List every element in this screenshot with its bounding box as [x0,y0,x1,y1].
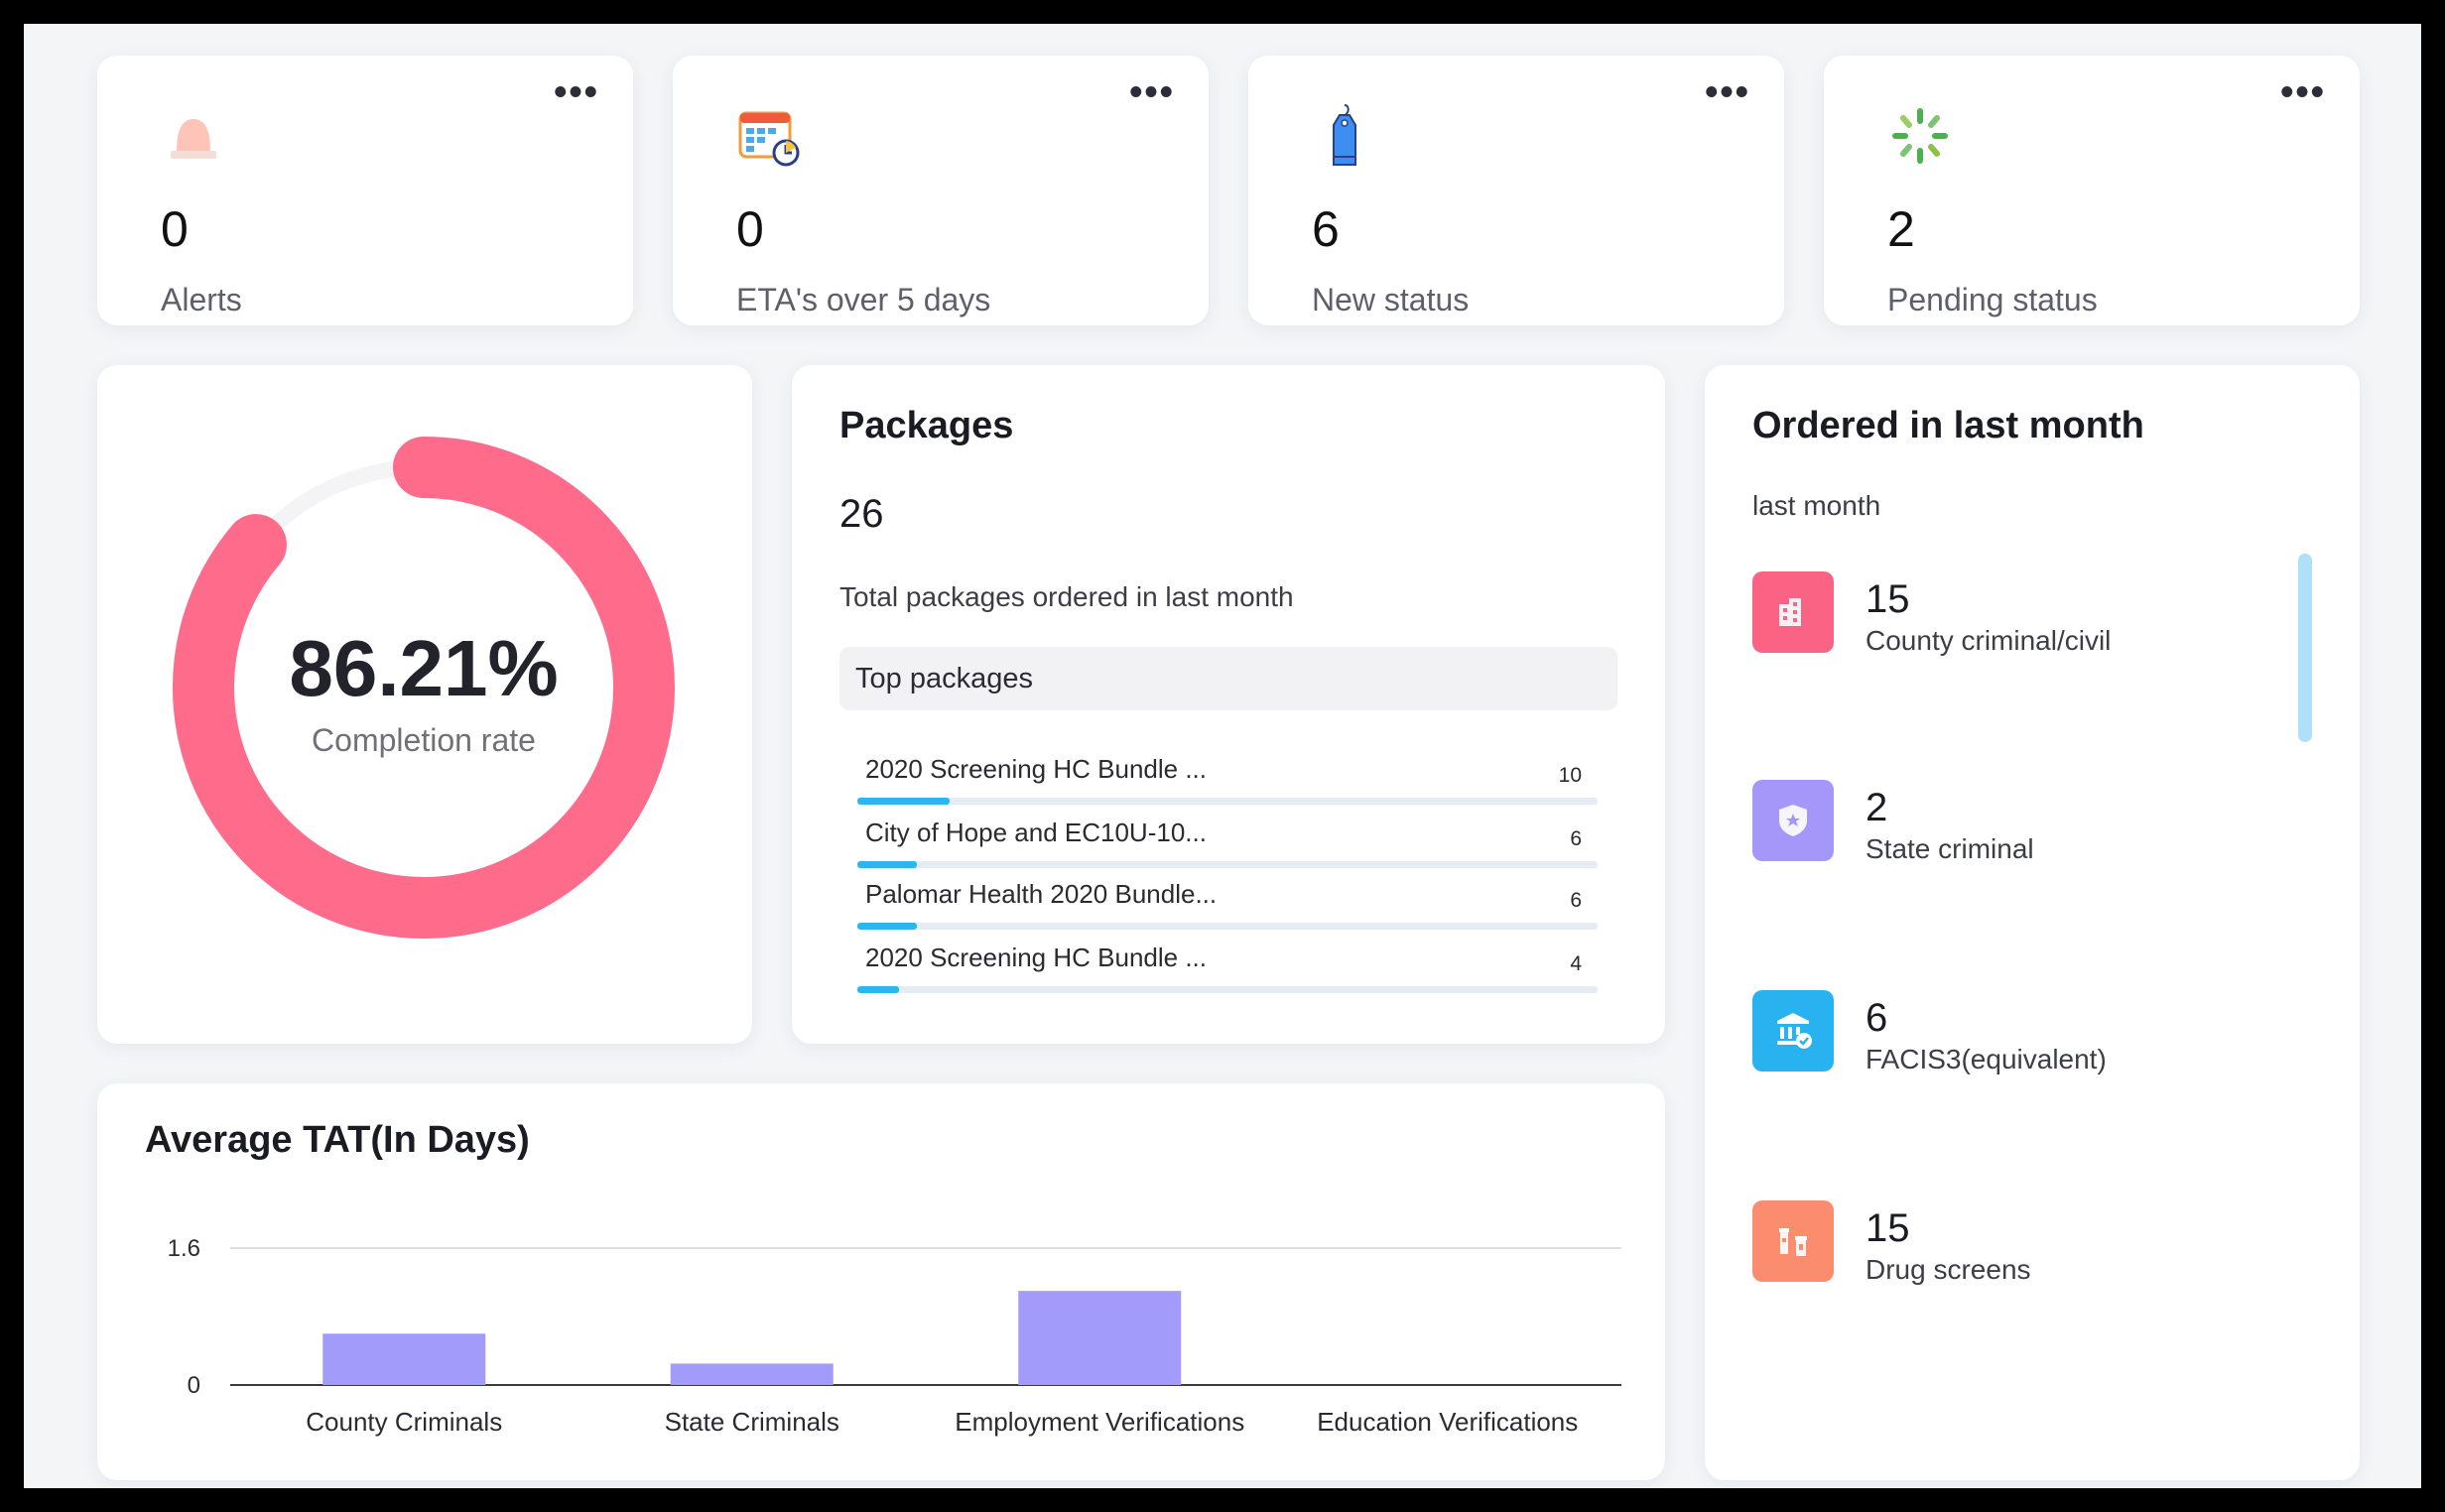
new-status-label: New status [1312,282,1470,317]
package-row[interactable]: 2020 Screening HC Bundle ... 4 [857,943,1598,1006]
package-count: 10 [1558,764,1582,787]
completion-percent: 86.21% [289,624,559,712]
package-bar-fill [857,923,917,930]
packages-subtitle: Total packages ordered in last month [839,581,1294,612]
ordered-label: Drug screens [1866,1254,2031,1285]
bank-check-icon [1752,990,1834,1071]
vials-icon [1752,1200,1834,1282]
package-name: 2020 Screening HC Bundle ... [865,754,1207,784]
ordered-value: 6 [1866,996,1888,1040]
package-name: 2020 Screening HC Bundle ... [865,943,1207,972]
completion-label: Completion rate [312,722,536,758]
ordered-item[interactable]: 15 Drug screens [1752,1200,2288,1290]
ordered-label: County criminal/civil [1866,625,2112,656]
ordered-scrollbar[interactable] [2298,554,2312,1347]
chart-bar [670,1363,834,1385]
package-count: 6 [1570,889,1582,912]
package-bar-fill [857,861,917,868]
eta-label: ETA's over 5 days [736,282,991,317]
tag-icon [1312,103,1377,169]
package-row[interactable]: 2020 Screening HC Bundle ... 10 [857,754,1598,818]
building-icon [1752,571,1834,653]
ordered-label: FACIS3(equivalent) [1866,1044,2107,1074]
packages-total: 26 [839,492,884,536]
package-row[interactable]: Palomar Health 2020 Bundle... 6 [857,879,1598,943]
package-count: 4 [1570,952,1582,975]
ordered-card: Ordered in last month last month 15 Coun… [1705,365,2360,1480]
avg-tat-card: Average TAT(In Days) 0 1.6 County Criminal… [97,1083,1665,1480]
package-row[interactable]: City of Hope and EC10U-10... 6 [857,818,1598,881]
package-name: City of Hope and EC10U-10... [865,818,1207,847]
ordered-label: State criminal [1866,833,2034,864]
package-name: Palomar Health 2020 Bundle... [865,879,1218,909]
ordered-value: 2 [1866,786,1888,829]
alarm-siren-icon [161,103,226,169]
chart-category-label: Employment Verifications [955,1407,1244,1437]
chart-bar [1018,1291,1182,1385]
pending-status-card[interactable]: ••• 2 Pending status [1824,56,2360,325]
chart-y-tick-label: 0 [188,1372,200,1399]
package-bar-track [857,986,1598,993]
new-status-count: 6 [1312,201,1340,257]
ordered-title: Ordered in last month [1752,405,2144,446]
calendar-clock-icon [736,103,802,169]
ordered-subtitle: last month [1752,490,1881,521]
package-bar-track [857,923,1598,930]
ordered-scrollbar-thumb[interactable] [2298,554,2312,742]
chart-category-label: County Criminals [306,1407,502,1437]
chart-y-tick-label: 1.6 [168,1235,200,1262]
packages-title: Packages [839,405,1014,446]
package-bar-track [857,798,1598,805]
avg-tat-chart: 0 1.6 County Criminals State Criminals Emplo… [168,1235,1621,1437]
pending-status-label: Pending status [1887,282,2098,317]
eta-count: 0 [736,201,764,257]
package-bar-fill [857,986,899,993]
ordered-item[interactable]: 2 State criminal [1752,780,2288,869]
ordered-item[interactable]: 6 FACIS3(equivalent) [1752,990,2288,1079]
alerts-count: 0 [161,201,189,257]
more-options-icon[interactable]: ••• [2280,73,2326,111]
ordered-value: 15 [1866,1206,1910,1250]
package-count: 6 [1570,827,1582,850]
alerts-label: Alerts [161,282,242,317]
packages-card: Packages 26 Total packages ordered in la… [792,365,1665,1044]
top-packages-header: Top packages [839,647,1617,710]
eta-card[interactable]: ••• 0 ETA's over 5 days [673,56,1209,325]
package-bar-track [857,861,1598,868]
more-options-icon[interactable]: ••• [1129,73,1175,111]
more-options-icon[interactable]: ••• [554,73,599,111]
ordered-value: 15 [1866,577,1910,621]
completion-card: 86.21% Completion rate [97,365,752,1044]
dashboard: ••• 0 Alerts ••• 0 ETA's over 5 days •••… [24,24,2421,1488]
pending-status-count: 2 [1887,201,1915,257]
new-status-card[interactable]: ••• 6 New status [1248,56,1784,325]
package-bar-fill [857,798,951,805]
more-options-icon[interactable]: ••• [1705,73,1750,111]
ordered-item[interactable]: 15 County criminal/civil [1752,571,2288,661]
chart-category-label: Education Verifications [1317,1407,1578,1437]
completion-ring: 86.21% Completion rate [161,425,687,950]
chart-category-label: State Criminals [665,1407,839,1437]
shield-star-icon [1752,780,1834,861]
chart-bar [322,1333,486,1385]
loading-spinner-icon [1887,103,1953,169]
alerts-card[interactable]: ••• 0 Alerts [97,56,633,325]
